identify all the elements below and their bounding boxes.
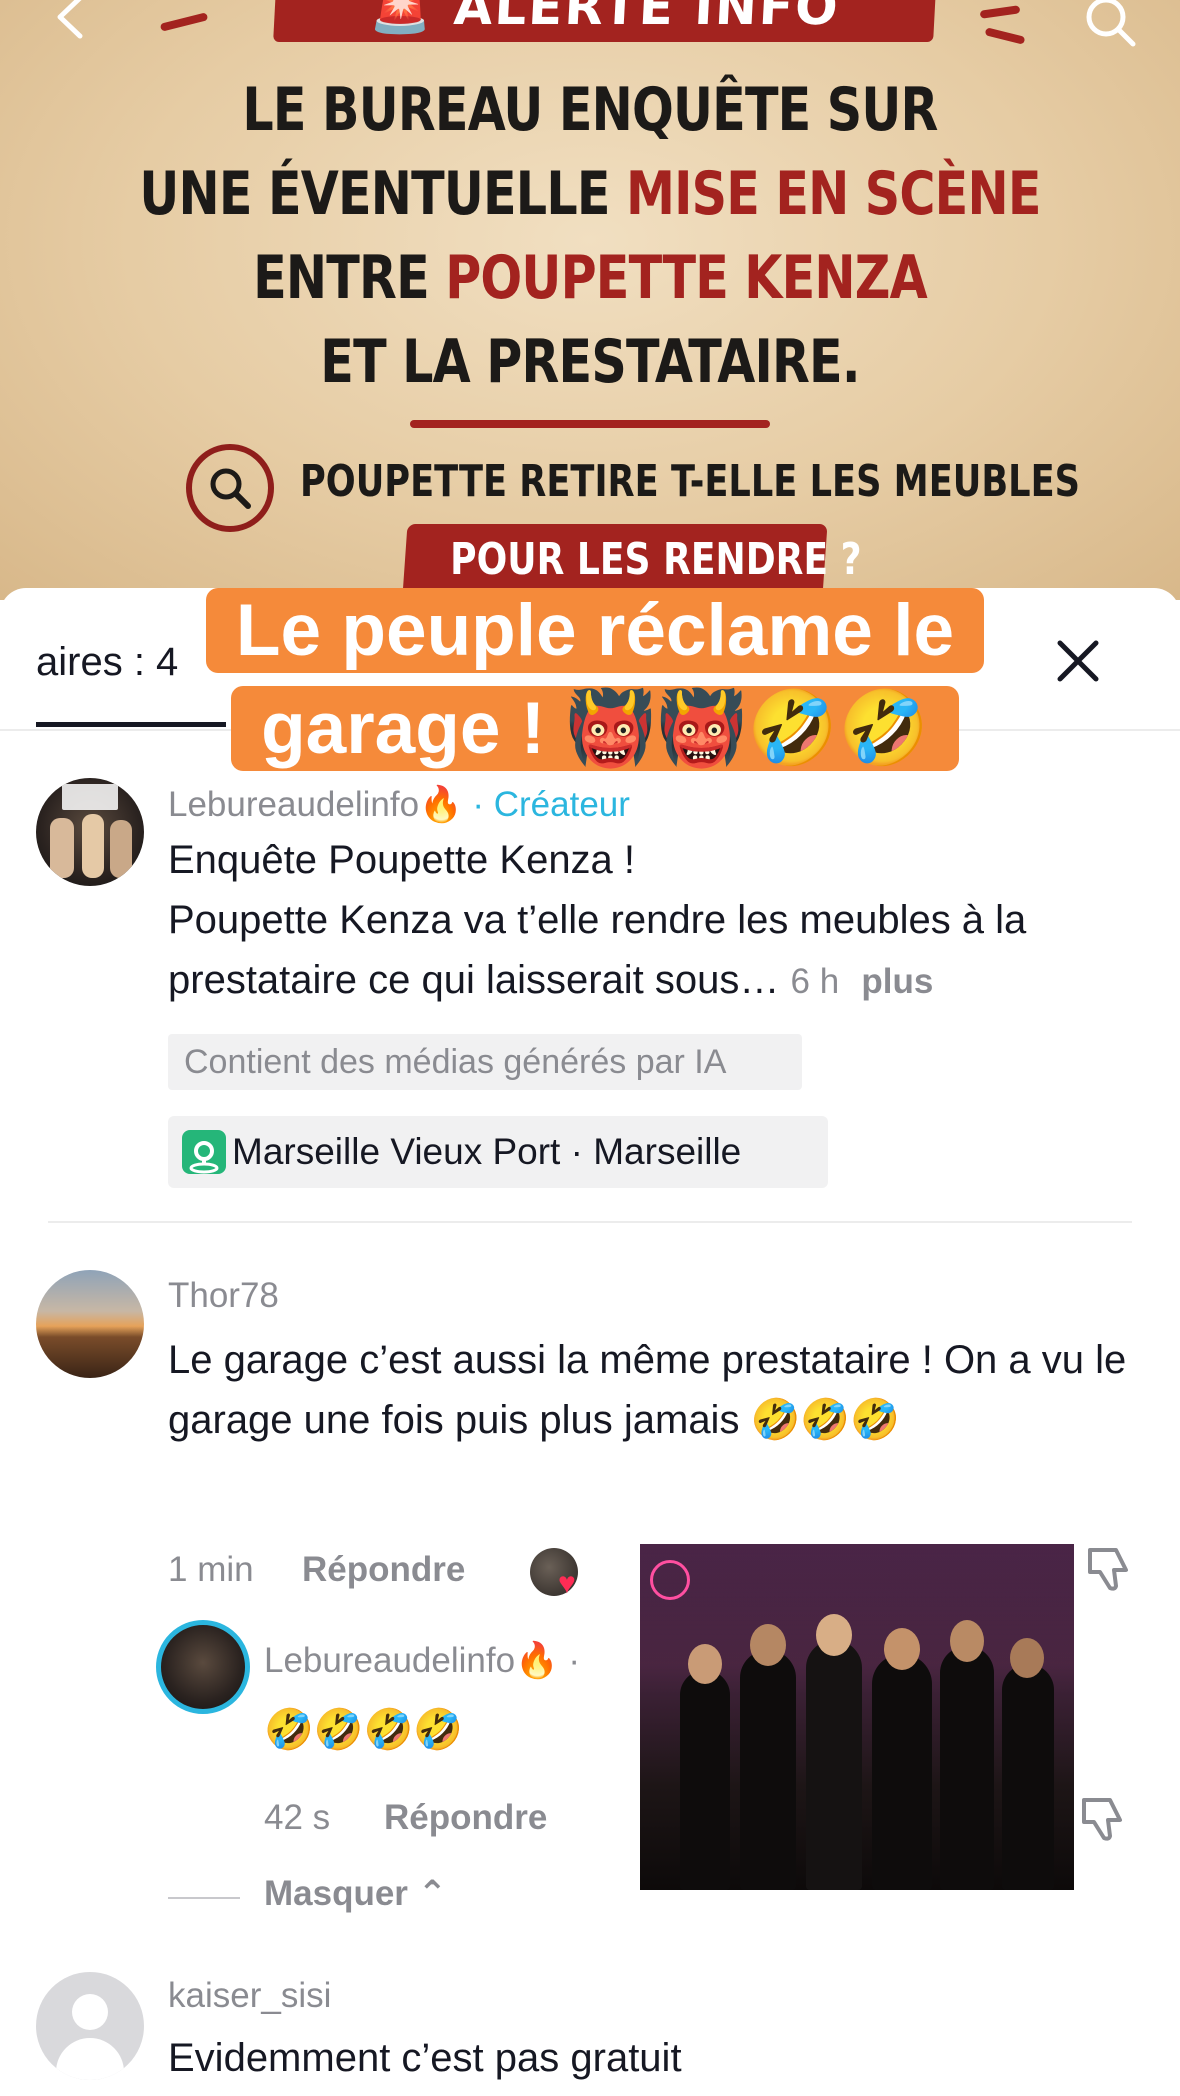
- comment-text: Poupette Kenza va t’elle rendre les meub…: [168, 890, 1148, 1012]
- reply-button[interactable]: Répondre: [302, 1550, 465, 1590]
- avatar[interactable]: [36, 778, 144, 886]
- avatar-figure: [110, 820, 132, 878]
- comment-text: Le garage c’est aussi la même prestatair…: [168, 1338, 1127, 1442]
- person-figure: [1002, 1664, 1054, 1890]
- creator-badge: · Créateur: [462, 785, 630, 824]
- reply-username-text[interactable]: Lebureaudelinfo🔥: [264, 1641, 559, 1680]
- person-figure: [806, 1640, 862, 1890]
- default-avatar[interactable]: [36, 1972, 144, 2080]
- headline-line-4: ET LA PRESTATAIRE.: [320, 327, 860, 397]
- person-head: [884, 1628, 920, 1670]
- poster-question: POUPETTE RETIRE T-ELLE LES MEUBLES: [300, 456, 1080, 507]
- comment-divider: [48, 1221, 1132, 1223]
- location-text[interactable]: Marseille Vieux Port · Marseille: [232, 1131, 741, 1172]
- decorative-dash: [979, 5, 1021, 19]
- chevron-up-icon: ⌃: [417, 1874, 447, 1913]
- person-head: [950, 1620, 984, 1662]
- comments-count-tab[interactable]: aires : 4: [36, 640, 178, 685]
- username-text[interactable]: Lebureaudelinfo🔥: [168, 785, 463, 824]
- magnifier-icon: [186, 444, 274, 532]
- person-head: [750, 1624, 786, 1666]
- reply-username[interactable]: Lebureaudelinfo🔥 ·: [264, 1640, 580, 1681]
- reply-avatar[interactable]: [156, 1620, 250, 1714]
- video-preview[interactable]: 🚨 ALERTE INFO LE BUREAU ENQUÊTE SUR UNE …: [0, 0, 1180, 600]
- headline-line-3-plain: ENTRE: [253, 243, 446, 313]
- person-figure: [872, 1654, 932, 1890]
- poster-divider: [410, 420, 770, 428]
- comment-time: 6 h: [790, 962, 840, 1001]
- reply-button[interactable]: Répondre: [384, 1798, 547, 1838]
- video-caption-text: Le peuple réclame le garage ! 👹👹🤣🤣: [205, 588, 985, 771]
- comment-title: Enquête Poupette Kenza !: [168, 838, 636, 882]
- comment-username[interactable]: Lebureaudelinfo🔥 · Créateur: [168, 784, 630, 825]
- collapse-line: [168, 1897, 240, 1899]
- person-figure: [680, 1670, 730, 1890]
- avatar-head-placeholder: [72, 1994, 108, 2030]
- headline-line-1: LE BUREAU ENQUÊTE SUR: [242, 75, 938, 145]
- comment-username[interactable]: kaiser_sisi: [168, 1976, 331, 2016]
- headline-line-2-red: MISE EN SCÈNE: [625, 159, 1041, 229]
- back-arrow-icon[interactable]: [40, 0, 100, 52]
- avatar-figure: [50, 818, 74, 878]
- person-head: [816, 1614, 852, 1656]
- alert-banner-text: 🚨 ALERTE INFO: [368, 0, 842, 36]
- comment-text: Evidemment c’est pas gratuit: [168, 2036, 682, 2080]
- headline-line-2-plain: UNE ÉVENTUELLE: [139, 159, 626, 229]
- comment-photo[interactable]: [640, 1544, 1074, 1890]
- avatar-body-placeholder: [56, 2038, 124, 2080]
- close-icon[interactable]: [1050, 633, 1106, 689]
- comment-time: 1 min: [168, 1550, 254, 1589]
- comment-username[interactable]: Thor78: [168, 1276, 279, 1316]
- person-figure: [740, 1650, 796, 1890]
- decorative-dash: [159, 12, 209, 32]
- person-head: [688, 1644, 722, 1684]
- location-tag[interactable]: Marseille Vieux Port · Marseille: [168, 1116, 828, 1188]
- person-head: [1010, 1638, 1044, 1678]
- headline-line-2: UNE ÉVENTUELLE MISE EN SCÈNE: [106, 152, 1074, 236]
- headline-line-3-red: POUPETTE KENZA: [445, 243, 927, 313]
- search-icon[interactable]: [1080, 0, 1140, 52]
- person-figure: [940, 1646, 994, 1890]
- reply-text: 🤣🤣🤣🤣: [264, 1708, 464, 1752]
- heart-icon: ♥: [558, 1567, 576, 1600]
- decorative-dash: [984, 27, 1026, 45]
- avatar[interactable]: [36, 1270, 144, 1378]
- hide-replies-text[interactable]: Masquer: [264, 1874, 408, 1913]
- avatar-figure: [82, 814, 104, 878]
- video-caption-overlay: Le peuple réclame le garage ! 👹👹🤣🤣: [175, 582, 1015, 778]
- dislike-icon[interactable]: [1074, 1790, 1130, 1846]
- reply-username-suffix: ·: [558, 1641, 581, 1680]
- more-button[interactable]: plus: [861, 962, 933, 1001]
- location-pin-icon: [182, 1130, 226, 1174]
- alert-banner: 🚨 ALERTE INFO: [273, 0, 937, 42]
- dislike-icon[interactable]: [1080, 1540, 1136, 1596]
- headline-line-3: ENTRE POUPETTE KENZA: [106, 236, 1074, 320]
- ai-generated-tag: Contient des médias générés par IA: [168, 1034, 802, 1090]
- reply-time: 42 s: [264, 1798, 331, 1837]
- avatar-logo: [62, 784, 118, 810]
- hide-replies-button[interactable]: Masquer ⌃: [264, 1874, 447, 1914]
